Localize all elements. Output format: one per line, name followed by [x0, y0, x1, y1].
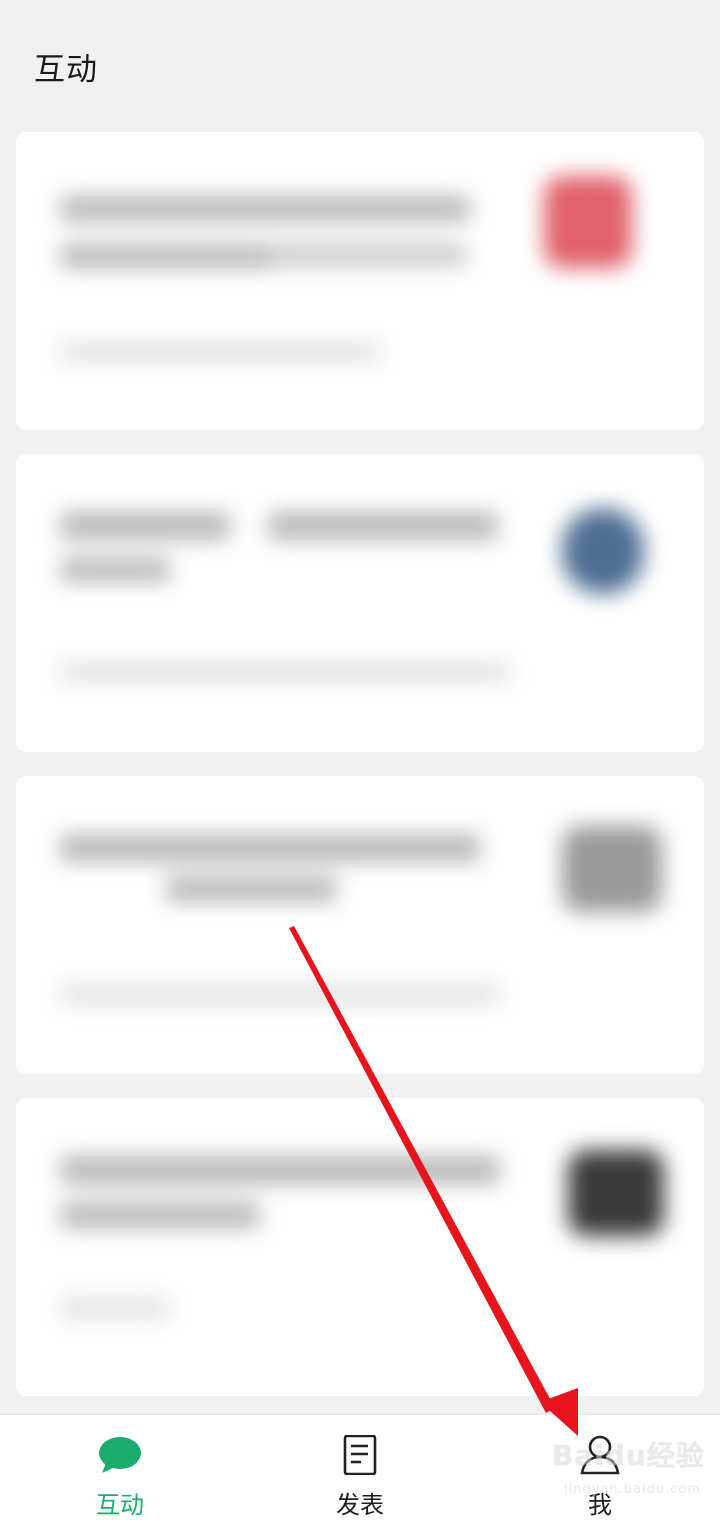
document-icon — [337, 1434, 383, 1476]
tab-label: 发表 — [336, 1491, 384, 1519]
screen: 互动 互动 发表 我 Baidu经验 jingyan.baidu.com — [0, 0, 720, 1526]
card-thumbnail — [544, 176, 632, 268]
tab-me[interactable]: 我 — [480, 1415, 720, 1526]
tab-interaction[interactable]: 互动 — [0, 1415, 240, 1526]
tab-label: 互动 — [96, 1491, 144, 1519]
card-thumbnail — [562, 826, 662, 912]
blurred-content — [16, 776, 704, 1074]
chat-bubble-icon — [97, 1435, 143, 1475]
blurred-content — [16, 132, 704, 430]
bottom-tab-bar: 互动 发表 我 — [0, 1414, 720, 1526]
feed-card[interactable] — [16, 132, 704, 430]
feed-card[interactable] — [16, 454, 704, 752]
feed-card[interactable] — [16, 776, 704, 1074]
tab-publish[interactable]: 发表 — [240, 1415, 480, 1526]
card-thumbnail — [568, 1150, 664, 1236]
blurred-content — [16, 454, 704, 752]
tab-label: 我 — [588, 1491, 612, 1519]
feed-card[interactable] — [16, 1098, 704, 1396]
card-thumbnail — [562, 508, 644, 594]
interaction-feed — [0, 0, 720, 1526]
person-icon — [577, 1435, 623, 1475]
blurred-content — [16, 1098, 704, 1396]
